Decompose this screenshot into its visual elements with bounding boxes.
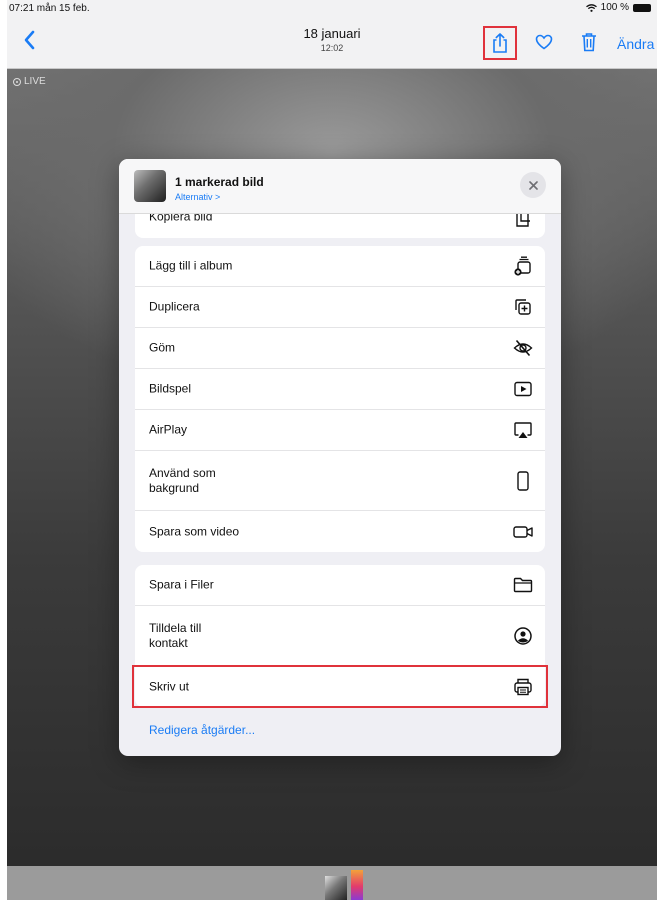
action-print[interactable]: Skriv ut <box>132 665 548 708</box>
status-bar: 07:21 mån 15 feb. 100 % <box>7 0 657 16</box>
photo-time: 12:02 <box>320 43 344 53</box>
trash-icon <box>582 33 596 52</box>
airplay-icon <box>513 420 533 440</box>
selected-photo-thumbnail <box>134 170 166 202</box>
edit-actions-link[interactable]: Redigera åtgärder... <box>149 723 255 737</box>
share-sheet-header: 1 markerad bild Alternativ > <box>119 159 561 214</box>
action-label: Bildspel <box>149 381 192 396</box>
action-label: AirPlay <box>149 422 188 437</box>
action-duplicate[interactable]: Duplicera <box>135 287 545 328</box>
share-button[interactable] <box>483 26 517 60</box>
action-label: Skriv ut <box>149 679 190 693</box>
delete-button[interactable] <box>581 32 597 57</box>
action-slideshow[interactable]: Bildspel <box>135 369 545 410</box>
add-to-album-icon <box>513 256 533 276</box>
live-label: LIVE <box>24 76 46 87</box>
print-highlight-box <box>132 665 548 708</box>
heart-icon <box>535 34 553 50</box>
action-airplay[interactable]: AirPlay <box>135 410 545 451</box>
live-badge[interactable]: LIVE <box>13 76 46 87</box>
options-link[interactable]: Alternativ > <box>175 192 220 202</box>
action-group-2: Spara i Filer Tilldela till kontakt Skri… <box>132 565 548 708</box>
action-save-as-video[interactable]: Spara som video <box>135 511 545 552</box>
action-add-to-album[interactable]: Lägg till i album <box>135 246 545 287</box>
close-icon <box>528 180 538 190</box>
action-label: Tilldela till kontakt <box>149 620 202 650</box>
live-icon <box>13 77 21 86</box>
action-assign-to-contact[interactable]: Tilldela till kontakt <box>135 606 545 666</box>
action-label: Spara i Filer <box>149 577 214 592</box>
photo-date: 18 januari <box>303 26 361 41</box>
favorite-button[interactable] <box>535 34 553 55</box>
action-save-to-files[interactable]: Spara i Filer <box>135 565 545 606</box>
close-button[interactable] <box>520 172 546 198</box>
nav-title: 18 januari 12:02 <box>7 26 657 53</box>
nav-bar: 18 januari 12:02 Ändra <box>7 16 657 69</box>
sheet-title: 1 markerad bild <box>175 175 264 189</box>
scrubber-thumbnail[interactable] <box>325 876 347 900</box>
play-icon <box>513 379 533 399</box>
video-icon <box>513 522 533 542</box>
share-icon <box>493 33 507 53</box>
contact-icon <box>513 626 533 646</box>
wifi-icon <box>585 3 597 12</box>
action-label: Spara som video <box>149 524 240 538</box>
action-use-as-wallpaper[interactable]: Använd som bakgrund <box>135 451 545 511</box>
phone-icon <box>513 470 533 491</box>
action-label: Använd som bakgrund <box>149 465 216 495</box>
share-sheet: 1 markerad bild Alternativ > Kopiera bil… <box>119 159 561 756</box>
photo-scrubber[interactable] <box>7 866 657 900</box>
edit-button[interactable]: Ändra <box>617 36 654 52</box>
copy-icon <box>513 211 533 231</box>
action-label: Göm <box>149 340 176 355</box>
action-label: Duplicera <box>149 299 200 314</box>
scrubber-thumbnail[interactable] <box>351 870 363 900</box>
printer-icon <box>513 677 533 697</box>
battery-percent: 100 % <box>600 2 629 13</box>
action-label: Lägg till i album <box>149 258 233 273</box>
photo-viewer: 07:21 mån 15 feb. 100 % 18 januari 12:02 <box>7 0 657 900</box>
action-hide[interactable]: Göm <box>135 328 545 369</box>
status-time: 07:21 mån 15 feb. <box>9 3 90 14</box>
folder-icon <box>513 575 533 595</box>
action-group-1: Lägg till i album Duplicera Göm Bildspel… <box>135 246 545 552</box>
duplicate-icon <box>513 297 533 317</box>
battery-icon <box>633 3 651 12</box>
eye-slash-icon <box>513 338 533 358</box>
